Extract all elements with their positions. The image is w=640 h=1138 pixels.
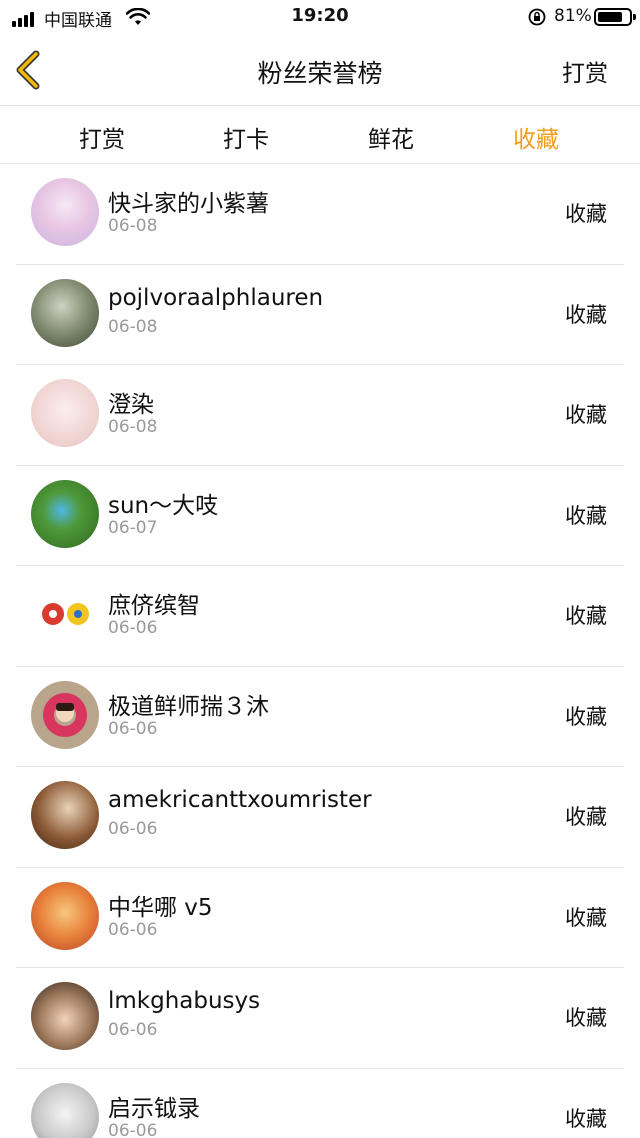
fan-action-label: 收藏 bbox=[565, 302, 607, 327]
tab-flowers[interactable]: 鲜花 bbox=[346, 120, 436, 154]
battery-percent: 81% bbox=[554, 6, 592, 26]
avatar bbox=[31, 680, 99, 749]
list-item[interactable]: 澄染 06-08 收藏 bbox=[0, 365, 640, 466]
fan-action-label: 收藏 bbox=[565, 604, 607, 628]
navigation-bar: 粉丝荣誉榜 打赏 bbox=[0, 36, 640, 106]
fan-action-label: 收藏 bbox=[565, 704, 607, 729]
fan-action-label: 收藏 bbox=[565, 403, 607, 427]
fan-name: amekricanttxoumrister bbox=[108, 787, 372, 813]
fan-date: 06-06 bbox=[108, 1020, 158, 1040]
tab-reward[interactable]: 打赏 bbox=[57, 120, 147, 154]
fan-date: 06-07 bbox=[108, 517, 158, 538]
fan-name: pojlvoraalphlauren bbox=[108, 284, 324, 311]
rotation-lock-icon bbox=[528, 8, 546, 26]
avatar bbox=[31, 1082, 99, 1138]
fan-date: 06-06 bbox=[108, 819, 158, 839]
list-item[interactable]: 快斗家的小紫薯 06-08 收藏 bbox=[0, 164, 640, 265]
list-item[interactable]: 庶侪缤智 06-06 收藏 bbox=[0, 566, 640, 667]
fan-action-label: 收藏 bbox=[565, 1006, 607, 1030]
list-item[interactable]: 极道鲜师揣３沐 06-06 收藏 bbox=[0, 667, 640, 768]
avatar bbox=[31, 781, 99, 849]
avatar bbox=[31, 278, 99, 347]
battery-icon bbox=[594, 8, 636, 26]
fan-name: 中华哪 v5 bbox=[108, 894, 213, 921]
fan-date: 06-08 bbox=[108, 417, 158, 437]
tab-bar: 打赏 打卡 鲜花 收藏 bbox=[0, 106, 640, 164]
list-item[interactable]: lmkghabusys 06-06 收藏 bbox=[0, 968, 640, 1069]
avatar bbox=[31, 178, 99, 246]
list-item[interactable]: sun～大吱 06-07 收藏 bbox=[0, 466, 640, 567]
list-item[interactable]: amekricanttxoumrister 06-06 收藏 bbox=[0, 767, 640, 868]
avatar bbox=[31, 479, 99, 548]
fan-date: 06-06 bbox=[108, 718, 158, 739]
fan-date: 06-06 bbox=[108, 618, 158, 638]
fan-name: 启示钺录 bbox=[108, 1095, 200, 1122]
fan-action-label: 收藏 bbox=[565, 1106, 607, 1131]
fan-name: 极道鲜师揣３沐 bbox=[108, 693, 269, 720]
page-title: 粉丝荣誉榜 bbox=[257, 59, 383, 88]
fan-date: 06-08 bbox=[108, 316, 158, 337]
fan-name: 澄染 bbox=[108, 392, 154, 418]
fan-date: 06-06 bbox=[108, 1120, 158, 1138]
fan-action-label: 收藏 bbox=[565, 805, 607, 829]
avatar bbox=[31, 580, 99, 648]
reward-button[interactable]: 打赏 bbox=[562, 54, 608, 88]
status-bar: 中国联通 19:20 81% bbox=[0, 0, 640, 36]
avatar bbox=[31, 379, 99, 447]
fan-name: sun～大吱 bbox=[108, 492, 219, 519]
fan-name: 庶侪缤智 bbox=[108, 593, 200, 619]
avatar bbox=[31, 982, 99, 1050]
fan-name: lmkghabusys bbox=[108, 988, 261, 1014]
tab-favorites[interactable]: 收藏 bbox=[491, 120, 581, 154]
tab-checkin[interactable]: 打卡 bbox=[201, 120, 291, 154]
fan-list: 快斗家的小紫薯 06-08 收藏 pojlvoraalphlauren 06-0… bbox=[0, 164, 640, 1138]
fan-date: 06-06 bbox=[108, 919, 158, 940]
fan-action-label: 收藏 bbox=[565, 202, 607, 226]
avatar bbox=[31, 881, 99, 950]
list-item[interactable]: 中华哪 v5 06-06 收藏 bbox=[0, 868, 640, 969]
fan-action-label: 收藏 bbox=[565, 503, 607, 528]
list-item[interactable]: 启示钺录 06-06 收藏 bbox=[0, 1069, 640, 1138]
fan-action-label: 收藏 bbox=[565, 905, 607, 930]
list-item[interactable]: pojlvoraalphlauren 06-08 收藏 bbox=[0, 265, 640, 366]
fan-name: 快斗家的小紫薯 bbox=[108, 191, 269, 217]
fan-date: 06-08 bbox=[108, 216, 158, 236]
